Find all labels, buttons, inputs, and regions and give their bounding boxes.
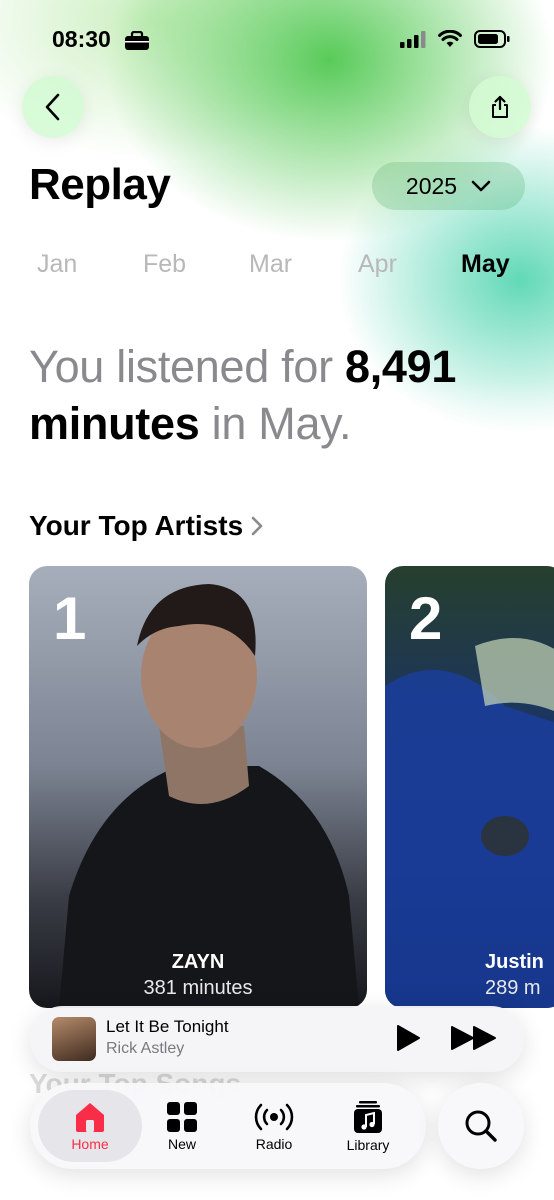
battery-icon — [474, 30, 510, 48]
artist-rank: 2 — [409, 585, 443, 652]
month-tab-mar[interactable]: Mar — [249, 250, 292, 279]
page-title: Replay — [29, 160, 171, 209]
artist-rank: 1 — [53, 585, 87, 652]
share-button[interactable] — [469, 76, 531, 138]
grid-icon — [167, 1101, 197, 1132]
status-time: 08:30 — [52, 26, 111, 52]
artist-minutes: 381 minutes — [143, 977, 253, 999]
play-icon[interactable] — [394, 1023, 422, 1053]
tab-home[interactable]: Home — [38, 1090, 142, 1162]
month-tabs: Jan Feb Mar Apr May — [0, 250, 554, 284]
status-indicators — [400, 30, 510, 48]
wifi-icon — [438, 30, 462, 47]
fast-forward-icon[interactable] — [450, 1024, 500, 1052]
month-tab-apr[interactable]: Apr — [358, 250, 397, 279]
now-playing-title: Let It Be Tonight — [106, 1017, 229, 1036]
chevron-down-icon — [471, 180, 491, 192]
tab-label: Radio — [255, 1135, 293, 1152]
year-selector[interactable]: 2025 — [372, 162, 525, 210]
artist-minutes: 289 m — [485, 977, 541, 999]
tab-label: New — [167, 1135, 196, 1152]
artist-card-2[interactable]: 2 Justin 289 m — [385, 566, 554, 1008]
now-playing-artist: Rick Astley — [106, 1040, 185, 1057]
tab-label: Library — [346, 1136, 390, 1153]
library-icon — [354, 1100, 382, 1133]
album-artwork — [52, 1017, 96, 1061]
summary-suffix: in May. — [199, 398, 352, 449]
radio-icon — [254, 1103, 294, 1130]
summary-unit: minutes — [29, 398, 200, 449]
year-label: 2025 — [405, 172, 458, 199]
month-tab-may[interactable]: May — [461, 250, 510, 279]
chevron-right-icon — [251, 516, 263, 536]
summary-minutes: 8,491 — [344, 341, 457, 392]
mini-player[interactable]: Let It Be Tonight Rick Astley — [30, 1006, 524, 1072]
artist-name: ZAYN — [171, 951, 225, 973]
chevron-left-icon — [45, 93, 60, 121]
tab-label: Home — [71, 1135, 109, 1152]
home-icon — [76, 1102, 104, 1132]
summary-prefix: You listened for — [29, 341, 345, 392]
listening-summary: You listened for 8,491 minutes in May. — [29, 338, 529, 452]
cellular-signal-icon — [400, 31, 426, 48]
briefcase-icon — [125, 31, 149, 50]
tab-radio[interactable]: Radio — [226, 1090, 322, 1162]
top-artists-header[interactable]: Your Top Artists — [29, 510, 263, 542]
tab-bar: Home New Radio Library — [30, 1083, 426, 1169]
back-button[interactable] — [22, 76, 84, 138]
search-button[interactable] — [438, 1083, 524, 1169]
share-icon — [492, 95, 508, 118]
tab-library[interactable]: Library — [320, 1090, 416, 1162]
month-tab-feb[interactable]: Feb — [143, 250, 186, 279]
artist-name: Justin — [485, 951, 544, 973]
month-tab-jan[interactable]: Jan — [37, 250, 77, 279]
artist-card-1[interactable]: 1 ZAYN 381 minutes — [29, 566, 367, 1008]
tab-new[interactable]: New — [134, 1090, 230, 1162]
top-artists-title: Your Top Artists — [29, 510, 244, 541]
search-icon — [465, 1110, 497, 1142]
